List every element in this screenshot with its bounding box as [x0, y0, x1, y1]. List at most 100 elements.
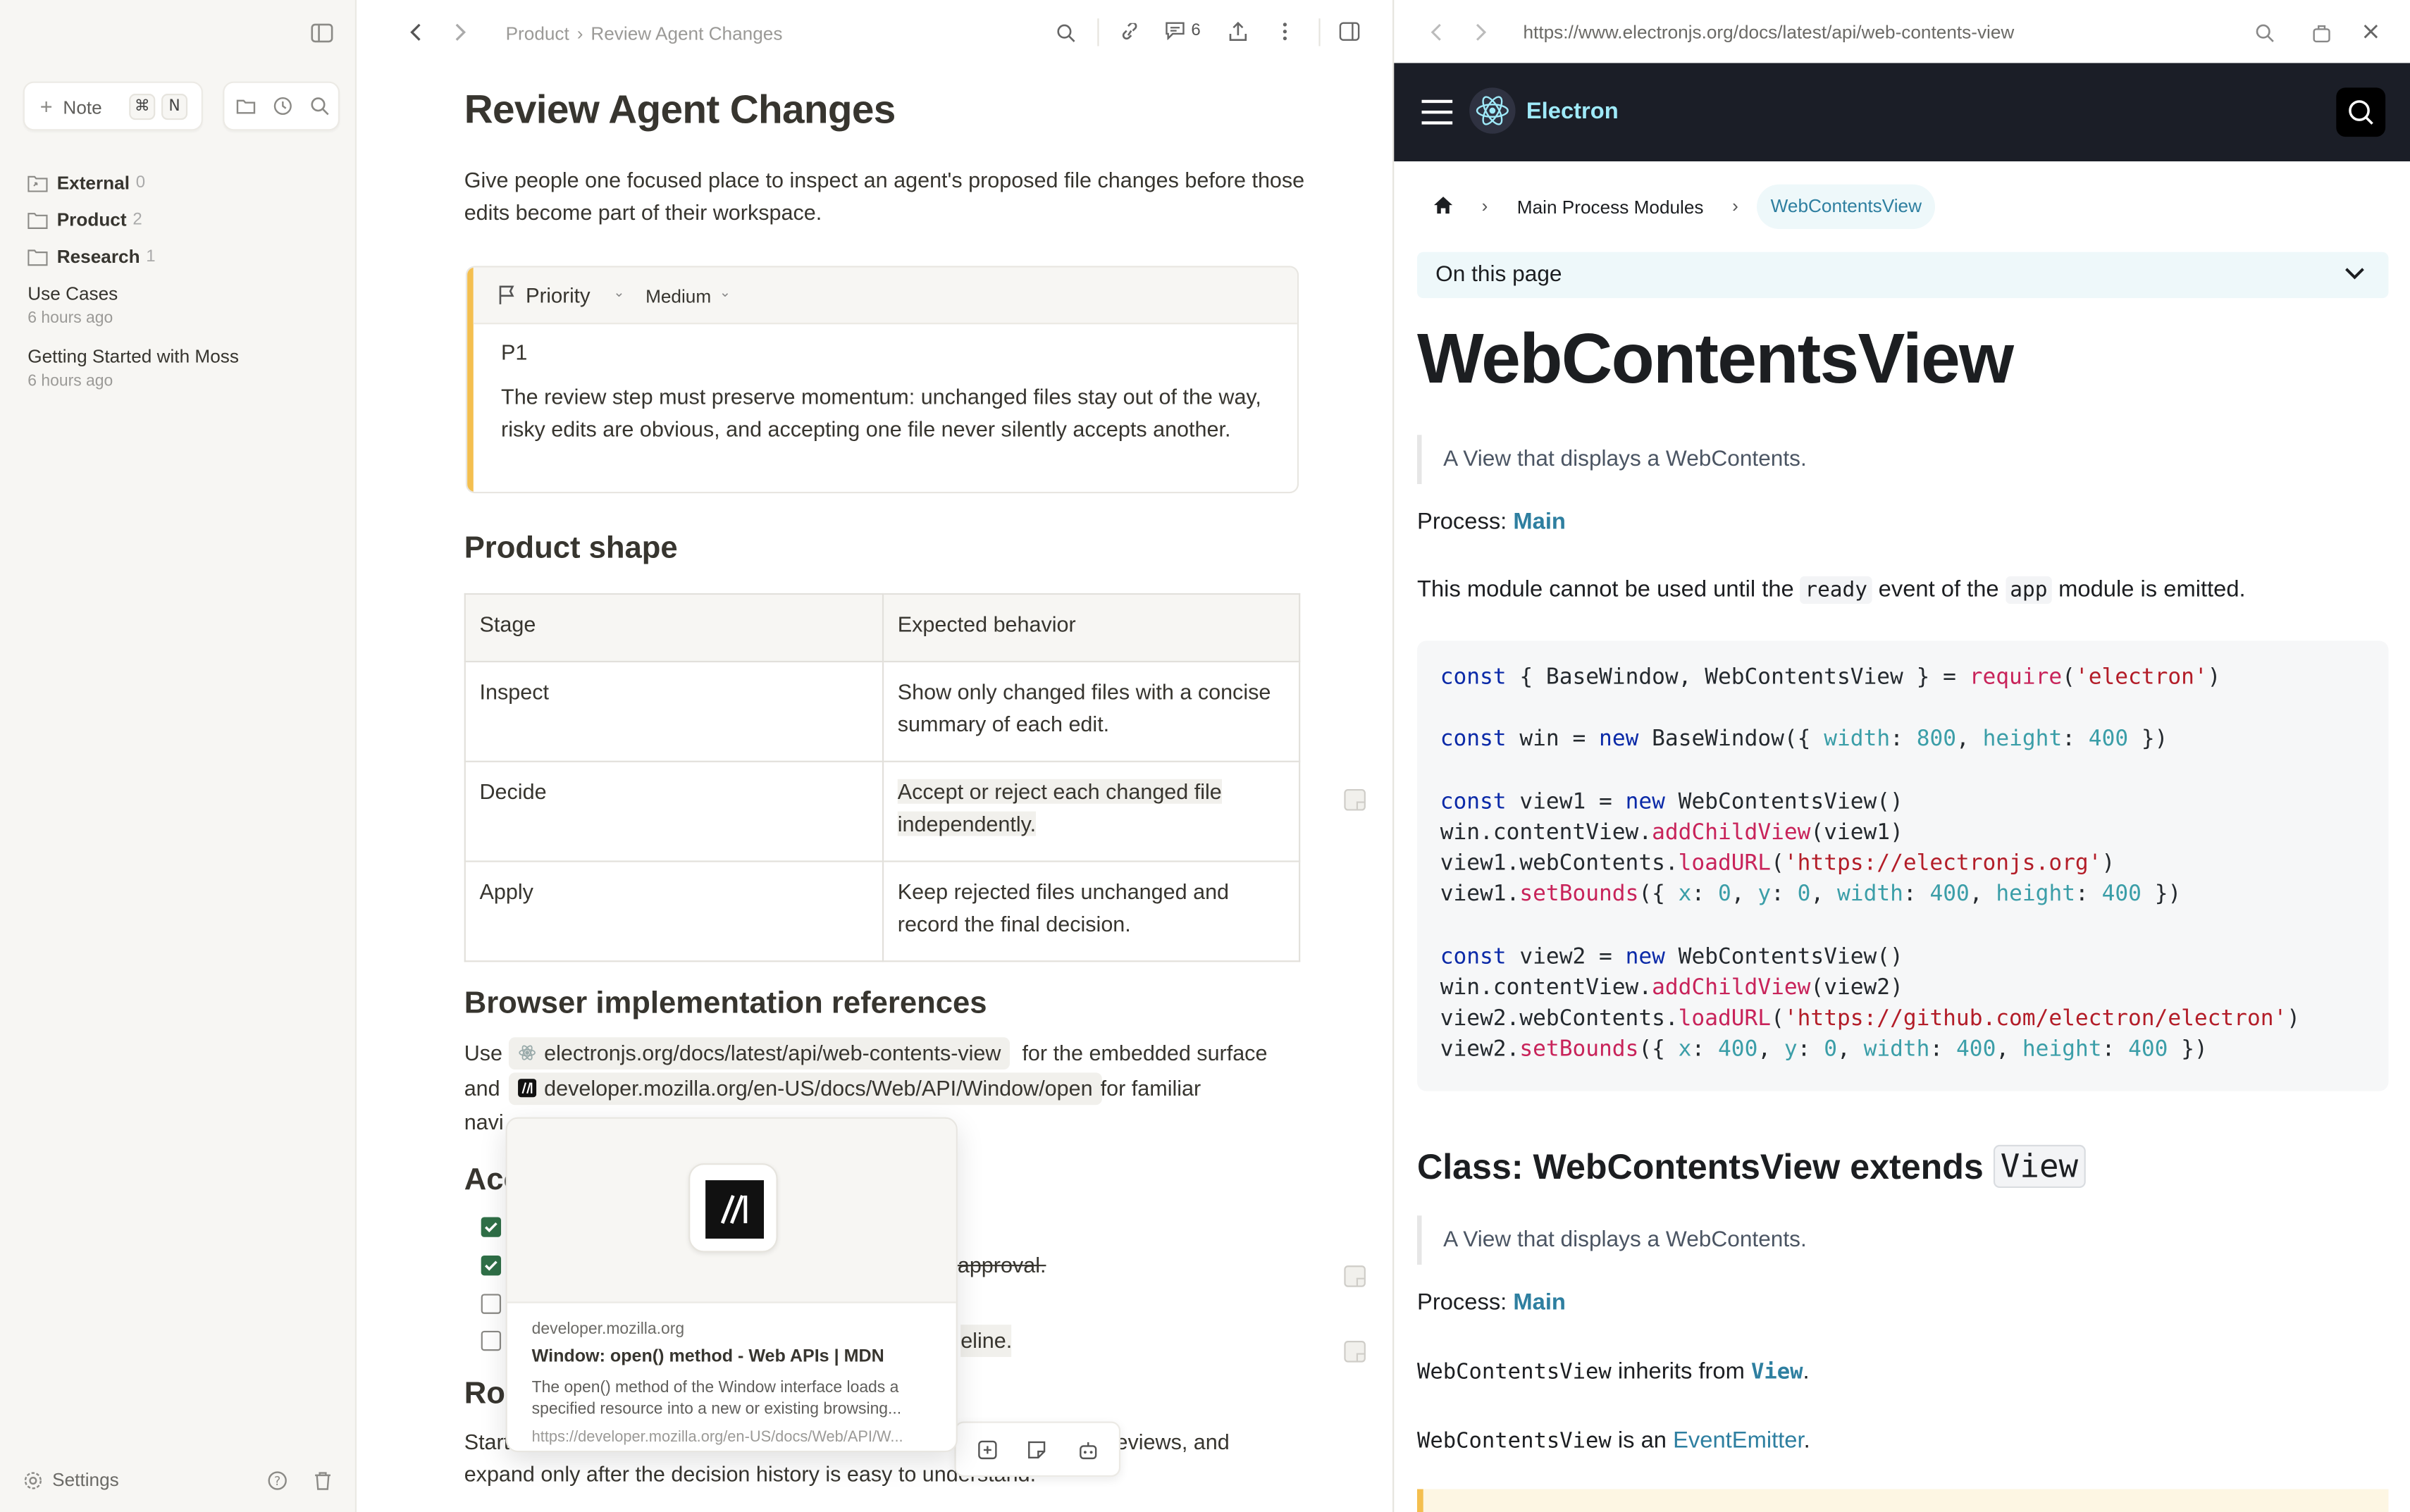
breadcrumb-product[interactable]: Product: [506, 23, 569, 45]
comment-marker-icon[interactable]: [1343, 1340, 1366, 1363]
gear-icon: [24, 1471, 42, 1489]
breadcrumb-active[interactable]: WebContentsView: [1757, 184, 1936, 229]
electron-logo-icon[interactable]: [1469, 87, 1516, 134]
table-row: Inspect Show only changed files with a c…: [464, 660, 1301, 762]
toggle-sidebar-icon[interactable]: [311, 22, 334, 45]
back-icon[interactable]: [409, 23, 424, 42]
breadcrumb-current[interactable]: Review Agent Changes: [591, 23, 782, 45]
search-icon[interactable]: [309, 95, 330, 117]
checklist-item-done[interactable]: approval.: [958, 1249, 1046, 1282]
page-title[interactable]: Review Agent Changes: [464, 86, 896, 134]
checkbox-checked[interactable]: [481, 1255, 502, 1276]
folder-label: External: [56, 172, 130, 194]
chevron-down-icon[interactable]: ⌄: [613, 285, 624, 302]
history-icon[interactable]: [272, 95, 294, 117]
note-text: event of the: [1878, 576, 1999, 602]
checklist-item-open[interactable]: eline.: [960, 1325, 1013, 1357]
site-search-button[interactable]: [2336, 87, 2386, 137]
priority-property[interactable]: Priority: [526, 285, 591, 308]
priority-level[interactable]: P1: [501, 337, 527, 369]
home-icon[interactable]: [1433, 195, 1454, 215]
table-cell[interactable]: Keep rejected files unchanged and record…: [882, 860, 1301, 962]
code-block[interactable]: const { BaseWindow, WebContentsView } = …: [1416, 640, 2389, 1091]
eventemitter-link[interactable]: EventEmitter: [1673, 1427, 1803, 1454]
module-note: This module cannot be used until the rea…: [1417, 576, 2246, 605]
forward-icon[interactable]: [1473, 23, 1488, 42]
brand-name[interactable]: Electron: [1526, 99, 1619, 125]
note-title: Getting Started with Moss: [27, 345, 239, 368]
checkbox-unchecked[interactable]: [481, 1330, 502, 1351]
settings-button[interactable]: Settings: [23, 1469, 119, 1491]
callout-header: Priority ⌄ Medium ⌄: [473, 267, 1297, 325]
table-cell[interactable]: Show only changed files with a concise s…: [882, 660, 1301, 762]
search-icon: [2349, 100, 2373, 125]
table-cell[interactable]: Decide: [464, 760, 884, 862]
folder-product[interactable]: Product 2: [27, 204, 142, 235]
link-icon[interactable]: [1119, 23, 1141, 43]
share-icon[interactable]: [1228, 21, 1248, 42]
inherits-line: WebContentsView inherits from View.: [1416, 1358, 1810, 1385]
folder-count: 0: [135, 173, 146, 192]
preview-url: https://developer.mozilla.org/en-US/docs…: [531, 1429, 903, 1446]
folder-external[interactable]: External 0: [27, 168, 145, 199]
help-icon[interactable]: ?: [268, 1470, 288, 1490]
process-link[interactable]: Main: [1513, 509, 1566, 535]
table-cell[interactable]: Accept or reject each changed file indep…: [882, 760, 1301, 862]
open-external-icon[interactable]: [2311, 23, 2331, 43]
process-link[interactable]: Main: [1513, 1289, 1566, 1315]
more-icon[interactable]: [1282, 22, 1288, 42]
heading-browser-refs[interactable]: Browser implementation references: [464, 986, 987, 1022]
robot-icon[interactable]: [1077, 1440, 1099, 1460]
forward-icon[interactable]: [452, 23, 467, 42]
table-header[interactable]: Expected behavior: [882, 593, 1301, 663]
comment-marker-icon[interactable]: [1343, 1265, 1366, 1288]
folder-research[interactable]: Research 1: [27, 241, 156, 272]
hamburger-menu-icon[interactable]: [1420, 99, 1454, 126]
settings-label: Settings: [52, 1469, 119, 1491]
priority-value[interactable]: Medium: [645, 286, 711, 308]
block-toolbar: [954, 1421, 1121, 1477]
checkbox-checked[interactable]: [481, 1217, 502, 1237]
chevron-down-icon[interactable]: ⌄: [719, 285, 731, 302]
breadcrumb-main-process[interactable]: Main Process Modules: [1517, 197, 1704, 218]
comments-button[interactable]: 6: [1165, 22, 1201, 40]
folder-label: Research: [56, 245, 140, 268]
add-block-icon[interactable]: [977, 1440, 997, 1460]
refs-use: Use: [464, 1040, 503, 1065]
process-line: Process: Main: [1417, 509, 1566, 535]
table-header[interactable]: Stage: [464, 593, 884, 663]
mdn-link-chip[interactable]: developer.mozilla.org/en-US/docs/Web/API…: [508, 1072, 1102, 1105]
back-icon[interactable]: [1429, 23, 1445, 42]
intro-paragraph[interactable]: Give people one focused place to inspect…: [464, 164, 1310, 229]
comment-marker-icon[interactable]: [1343, 788, 1366, 812]
checkbox-unchecked[interactable]: [481, 1294, 502, 1314]
note-text: module is emitted.: [2058, 576, 2246, 602]
callout-text[interactable]: The review step must preserve momentum: …: [501, 381, 1270, 446]
last-para-start: Start: [464, 1429, 510, 1454]
new-note-button[interactable]: + Note ⌘ N: [23, 81, 203, 131]
note-icon[interactable]: [1027, 1440, 1046, 1460]
view-link[interactable]: View: [1751, 1360, 1803, 1384]
trash-icon[interactable]: [314, 1470, 332, 1490]
chevron-down-icon: [2344, 266, 2366, 281]
link-preview-popup[interactable]: developer.mozilla.org Window: open() met…: [505, 1117, 958, 1453]
url-bar[interactable]: https://www.electronjs.org/docs/latest/a…: [1523, 22, 2014, 44]
table-cell[interactable]: Apply: [464, 860, 884, 962]
heading-product-shape[interactable]: Product shape: [464, 532, 678, 567]
close-icon[interactable]: [2362, 23, 2379, 40]
folder-count: 2: [132, 210, 142, 229]
toggle-panel-icon[interactable]: [1339, 22, 1361, 42]
doc-title: WebContentsView: [1416, 318, 2014, 398]
electron-link-chip[interactable]: electronjs.org/docs/latest/api/web-conte…: [508, 1037, 1011, 1070]
note-item-getting-started[interactable]: Getting Started with Moss 6 hours ago: [27, 346, 239, 390]
table-row: Decide Accept or reject each changed fil…: [464, 760, 1301, 862]
search-icon[interactable]: [1056, 23, 1075, 43]
on-this-page-toggle[interactable]: On this page: [1416, 252, 2389, 299]
note-item-use-cases[interactable]: Use Cases 6 hours ago: [27, 283, 118, 327]
folder-count: 1: [146, 247, 156, 266]
note-time: 6 hours ago: [27, 371, 113, 391]
divider: [1318, 18, 1321, 47]
search-icon[interactable]: [2255, 23, 2275, 43]
table-cell[interactable]: Inspect: [464, 660, 884, 762]
new-folder-icon[interactable]: [235, 95, 257, 117]
